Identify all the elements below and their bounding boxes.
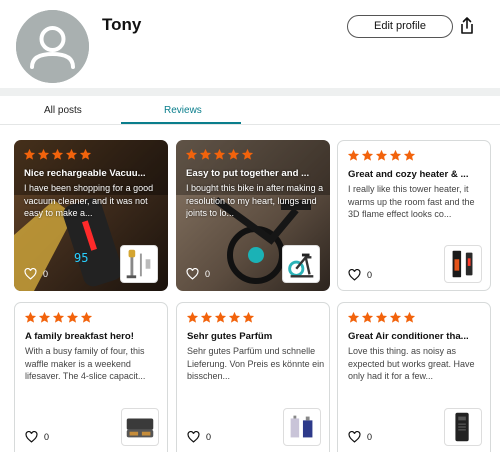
- heart-icon: [348, 269, 361, 281]
- star-rating: [24, 311, 93, 326]
- like-count: 0: [205, 269, 211, 279]
- active-tab-indicator: [121, 122, 241, 124]
- stick-vacuum-icon: [126, 249, 151, 279]
- star-icon: [52, 311, 65, 323]
- like-button[interactable]: 0: [348, 430, 388, 444]
- review-text: Love this thing. as noisy as expected bu…: [348, 346, 475, 381]
- profile-name: Tony: [102, 15, 142, 34]
- star-icon: [347, 311, 360, 323]
- avatar[interactable]: [16, 10, 89, 83]
- product-thumbnail[interactable]: [444, 408, 482, 446]
- profile-header: Tony Edit profile: [0, 0, 500, 88]
- star-icon: [199, 148, 212, 160]
- review-text: Sehr gutes Parfüm und schnelle Lieferung…: [187, 346, 325, 381]
- like-count: 0: [44, 432, 50, 442]
- star-icon: [51, 148, 64, 160]
- review-text: I bought this bike in after making a res…: [186, 183, 324, 218]
- star-icon: [375, 149, 388, 161]
- star-icon: [37, 148, 50, 160]
- person-placeholder-icon: [16, 10, 89, 83]
- star-icon: [200, 311, 213, 323]
- like-count: 0: [43, 269, 49, 279]
- star-icon: [213, 148, 226, 160]
- like-button[interactable]: 0: [348, 268, 388, 282]
- review-title: Easy to put together and ...: [186, 168, 310, 179]
- star-icon: [389, 149, 402, 161]
- star-rating: [347, 311, 416, 326]
- star-icon: [79, 148, 92, 160]
- heart-icon: [186, 268, 199, 280]
- exercise-bike-icon: [288, 253, 314, 278]
- star-icon: [24, 311, 37, 323]
- product-thumbnail[interactable]: [444, 245, 482, 283]
- star-rating: [186, 311, 255, 326]
- review-title: Great Air conditioner tha...: [348, 331, 469, 342]
- review-card[interactable]: Sehr gutes Parfüm Sehr gutes Parfüm und …: [176, 302, 330, 452]
- review-card[interactable]: 95 Nice rechargeable Vacuu... I have bee…: [14, 140, 168, 291]
- heart-icon: [348, 431, 361, 443]
- like-count: 0: [367, 270, 373, 280]
- star-icon: [214, 311, 227, 323]
- air-conditioner-icon: [455, 412, 469, 442]
- heart-icon: [187, 431, 200, 443]
- star-icon: [23, 148, 36, 160]
- like-count: 0: [206, 432, 212, 442]
- like-count: 0: [367, 432, 373, 442]
- star-icon: [361, 311, 374, 323]
- star-icon: [242, 311, 255, 323]
- edit-profile-button[interactable]: Edit profile: [347, 15, 453, 38]
- review-title: Sehr gutes Parfüm: [187, 331, 273, 342]
- star-icon: [389, 311, 402, 323]
- review-text: I really like this tower heater, it warm…: [348, 184, 475, 219]
- review-card[interactable]: Great and cozy heater & ... I really lik…: [337, 140, 491, 291]
- star-icon: [186, 311, 199, 323]
- review-card[interactable]: Great Air conditioner tha... Love this t…: [337, 302, 491, 452]
- star-icon: [403, 311, 416, 323]
- product-thumbnail[interactable]: [282, 245, 320, 283]
- star-icon: [361, 149, 374, 161]
- product-thumbnail[interactable]: [121, 408, 159, 446]
- star-icon: [227, 148, 240, 160]
- profile-tabs: All posts Reviews: [0, 96, 500, 125]
- star-icon: [403, 149, 416, 161]
- star-icon: [38, 311, 51, 323]
- star-icon: [347, 149, 360, 161]
- star-rating: [347, 149, 416, 164]
- perfume-icon: [290, 415, 313, 438]
- star-icon: [228, 311, 241, 323]
- review-title: Great and cozy heater & ...: [348, 169, 469, 180]
- star-icon: [375, 311, 388, 323]
- star-icon: [65, 148, 78, 160]
- tower-heater-icon: [452, 250, 473, 278]
- like-button[interactable]: 0: [186, 267, 226, 281]
- review-title: A family breakfast hero!: [25, 331, 134, 342]
- star-icon: [80, 311, 93, 323]
- review-text: I have been shopping for a good vacuum c…: [24, 183, 154, 218]
- star-icon: [66, 311, 79, 323]
- heart-icon: [24, 268, 37, 280]
- like-button[interactable]: 0: [25, 430, 65, 444]
- star-rating: [23, 148, 92, 163]
- like-button[interactable]: 0: [187, 430, 227, 444]
- star-icon: [241, 148, 254, 160]
- star-icon: [185, 148, 198, 160]
- review-title: Nice rechargeable Vacuu...: [24, 168, 146, 179]
- product-thumbnail[interactable]: [283, 408, 321, 446]
- product-thumbnail[interactable]: [120, 245, 158, 283]
- review-text: With a busy family of four, this waffle …: [25, 346, 146, 381]
- star-rating: [185, 148, 254, 163]
- review-card[interactable]: A family breakfast hero! With a busy fam…: [14, 302, 168, 452]
- svg-text:95: 95: [74, 251, 88, 265]
- review-card[interactable]: Easy to put together and ... I bought th…: [176, 140, 330, 291]
- tab-all-posts[interactable]: All posts: [44, 105, 82, 116]
- tab-reviews[interactable]: Reviews: [164, 105, 202, 116]
- share-icon[interactable]: [459, 16, 475, 36]
- like-button[interactable]: 0: [24, 267, 64, 281]
- reviews-grid: 95 Nice rechargeable Vacuu... I have bee…: [0, 125, 500, 452]
- heart-icon: [25, 431, 38, 443]
- waffle-maker-icon: [126, 418, 154, 438]
